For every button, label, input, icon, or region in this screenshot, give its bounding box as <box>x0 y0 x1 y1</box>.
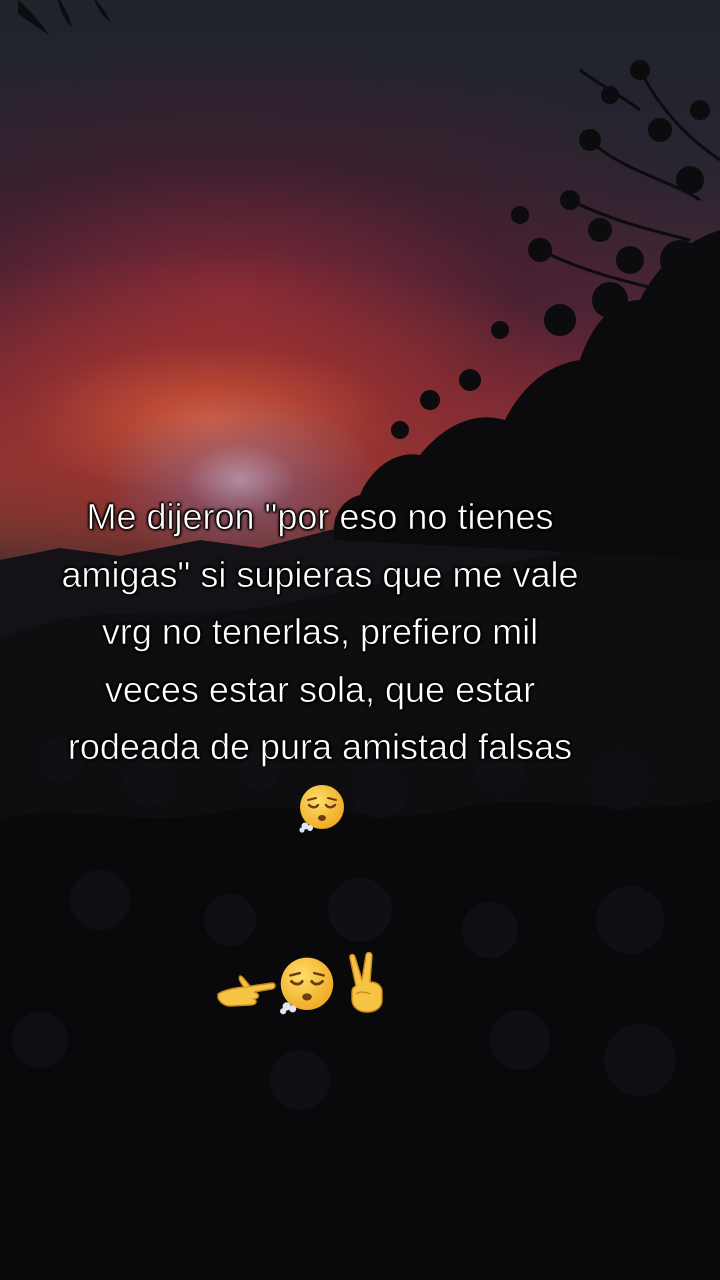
caption-line: vrg no tenerlas, prefiero mil <box>101 611 539 653</box>
background-photo: Me dijeron "por eso no tienes amigas" si… <box>0 0 720 1280</box>
caption-line: veces estar sola, que estar <box>104 668 536 710</box>
exhaling-face-icon <box>280 957 334 1015</box>
corner-leaves <box>18 0 110 36</box>
caption-line: Me dijeron "por eso no tienes <box>86 496 554 538</box>
caption-line: amigas" si supieras que me vale <box>61 553 579 595</box>
pointing-hand-icon <box>217 975 276 1007</box>
caption-line: rodeada de pura amistad falsas <box>67 726 573 768</box>
victory-hand-icon <box>349 952 383 1013</box>
caption-text: Me dijeron "por eso no tienes amigas" si… <box>20 488 620 776</box>
exhaling-face-icon <box>299 785 344 833</box>
